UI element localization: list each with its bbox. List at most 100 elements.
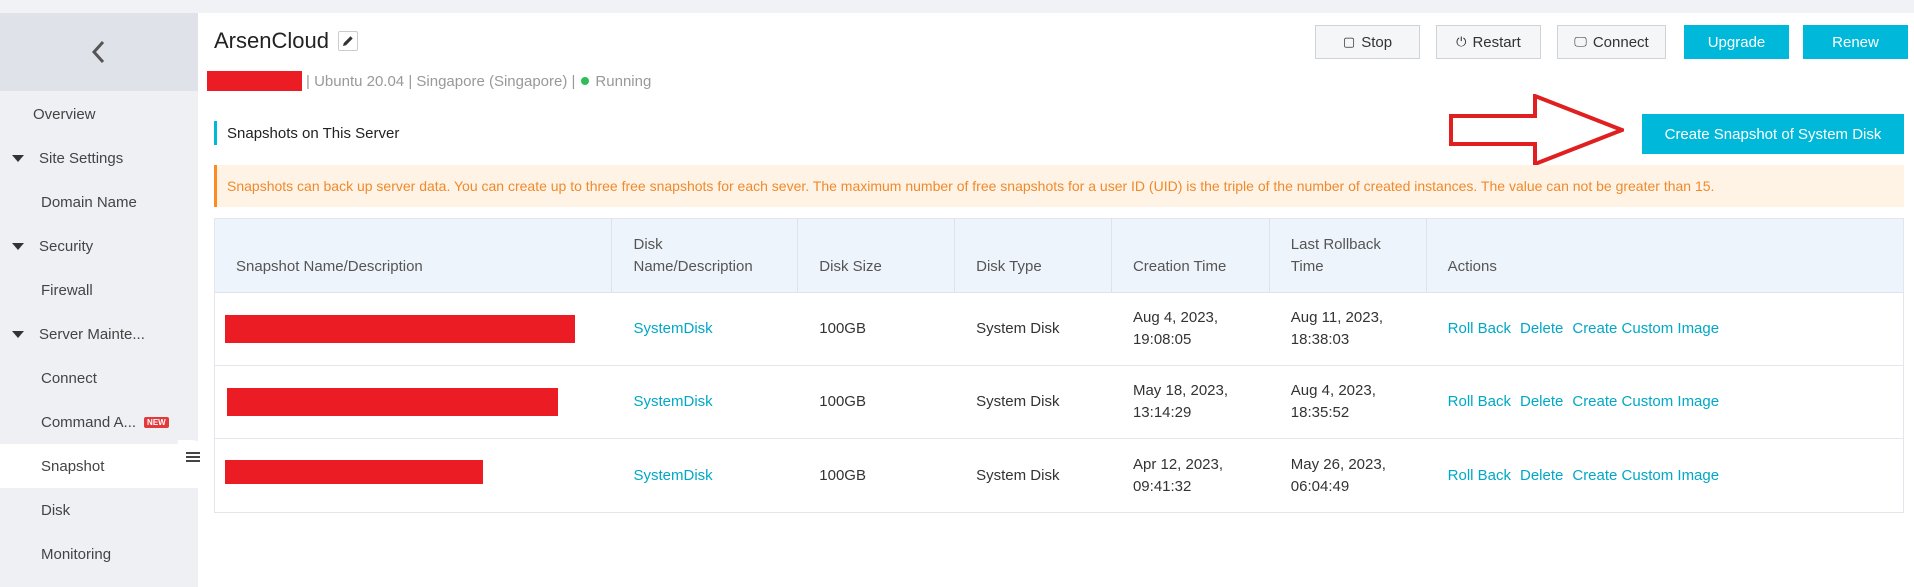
redacted-name <box>225 315 575 343</box>
rollback-time-cell: Aug 4, 2023, 18:35:52 <box>1290 382 1376 421</box>
region-label: Singapore (Singapore) <box>416 72 568 90</box>
rollback-link[interactable]: Roll Back <box>1448 391 1511 413</box>
server-name: ArsenCloud <box>214 28 329 53</box>
table-row: SystemDisk 100GB System Disk Apr 12, 202… <box>215 439 1903 512</box>
caret-down-icon <box>12 330 24 338</box>
monitor-icon: 🖵 <box>1574 34 1587 49</box>
delete-link[interactable]: Delete <box>1520 465 1563 487</box>
header-disk-name: Disk Name/Description <box>612 219 799 293</box>
disk-type-cell: System Disk <box>976 320 1060 337</box>
sidebar-item-label: Overview <box>33 105 96 123</box>
sidebar-item-label: Disk <box>41 501 71 519</box>
rollback-time-cell: Aug 11, 2023, 18:38:03 <box>1290 309 1384 348</box>
sidebar-item-overview[interactable]: Overview <box>0 92 198 136</box>
disk-name-cell: SystemDisk <box>612 366 798 438</box>
rollback-time-cell: May 26, 2023, 06:04:49 <box>1290 455 1386 495</box>
disk-size-cell: 100GB <box>819 320 866 337</box>
header-snapshot-name: Snapshot Name/Description <box>215 219 613 293</box>
redacted-name <box>227 388 558 416</box>
sidebar-item-connect[interactable]: Connect <box>0 356 198 400</box>
button-label: Renew <box>1832 33 1879 51</box>
notice-banner: Snapshots can back up server data. You c… <box>214 165 1904 207</box>
snapshot-name-cell <box>215 366 612 438</box>
create-snapshot-button[interactable]: Create Snapshot of System Disk <box>1642 114 1904 154</box>
actions-cell: Roll Back Delete Create Custom Image <box>1427 439 1903 512</box>
status-label: Running <box>595 72 652 90</box>
header-disk-size: Disk Size <box>798 219 956 293</box>
sidebar-group-label: Site Settings <box>39 149 124 167</box>
connect-button[interactable]: 🖵 Connect <box>1557 25 1666 59</box>
snapshot-name-cell <box>215 293 612 365</box>
disk-type-cell: System Disk <box>976 466 1060 484</box>
pencil-icon[interactable] <box>337 31 358 51</box>
upgrade-button[interactable]: Upgrade <box>1684 25 1789 59</box>
actions-cell: Roll Back Delete Create Custom Image <box>1427 366 1903 438</box>
create-custom-image-link[interactable]: Create Custom Image <box>1572 465 1719 487</box>
create-custom-image-link[interactable]: Create Custom Image <box>1572 318 1719 340</box>
disk-size-cell: 100GB <box>819 466 866 484</box>
sidebar-item-monitoring[interactable]: Monitoring <box>0 532 198 576</box>
sidebar-item-label: Snapshot <box>41 457 105 475</box>
top-strip <box>0 0 1914 13</box>
sidebar-group-label: Server Mainte... <box>39 325 145 343</box>
delete-link[interactable]: Delete <box>1520 318 1563 340</box>
renew-button[interactable]: Renew <box>1803 25 1908 59</box>
sidebar-group-server-maintenance[interactable]: Server Mainte... <box>0 312 198 356</box>
snapshot-name-cell <box>215 439 612 512</box>
disk-link[interactable]: SystemDisk <box>633 391 712 413</box>
header-creation-time: Creation Time <box>1112 219 1270 293</box>
sidebar-group-site-settings[interactable]: Site Settings <box>0 136 198 180</box>
creation-time-cell: May 18, 2023, 13:14:29 <box>1132 382 1229 421</box>
disk-size-cell: 100GB <box>819 393 866 410</box>
sidebar-item-disk[interactable]: Disk <box>0 488 198 532</box>
section-title: Snapshots on This Server <box>214 121 399 145</box>
sidebar-item-firewall[interactable]: Firewall <box>0 268 198 312</box>
separator: | <box>571 72 576 90</box>
status-dot <box>581 77 590 85</box>
header-disk-type: Disk Type <box>955 219 1112 293</box>
rollback-link[interactable]: Roll Back <box>1448 318 1511 340</box>
annotation-arrow <box>1449 94 1624 166</box>
creation-time-cell: Apr 12, 2023, 09:41:32 <box>1132 455 1224 495</box>
sidebar: Overview Site Settings Domain Name Secur… <box>0 13 198 587</box>
sidebar-item-label: Connect <box>41 369 97 387</box>
button-label: Connect <box>1592 33 1649 51</box>
disk-name-cell: SystemDisk <box>612 439 798 512</box>
back-button[interactable] <box>0 13 198 91</box>
disk-link[interactable]: SystemDisk <box>633 318 712 340</box>
stop-button[interactable]: ▢ Stop <box>1315 25 1420 59</box>
snapshot-table: Snapshot Name/Description Disk Name/Desc… <box>214 218 1904 513</box>
caret-down-icon <box>12 242 24 250</box>
disk-type-cell: System Disk <box>976 393 1060 410</box>
os-label: Ubuntu 20.04 <box>314 72 405 90</box>
power-icon: ⏻ <box>1456 34 1467 49</box>
button-label: Upgrade <box>1707 33 1766 51</box>
redacted-name <box>225 459 483 484</box>
restart-button[interactable]: ⏻ Restart <box>1436 25 1541 59</box>
create-custom-image-link[interactable]: Create Custom Image <box>1572 391 1719 413</box>
rollback-link[interactable]: Roll Back <box>1448 465 1511 487</box>
sidebar-item-command-assistant[interactable]: Command A... NEW <box>0 400 198 444</box>
sidebar-item-label: Monitoring <box>41 545 112 563</box>
page-title: ArsenCloud <box>214 28 358 54</box>
button-label: Restart <box>1472 33 1521 51</box>
stop-square-icon: ▢ <box>1342 34 1356 49</box>
sidebar-item-snapshot[interactable]: Snapshot <box>0 444 198 488</box>
header-actions: Actions <box>1447 258 1497 275</box>
new-badge: NEW <box>144 416 169 428</box>
caret-down-icon <box>12 154 24 162</box>
disk-name-cell: SystemDisk <box>612 293 798 365</box>
redacted-ip <box>207 71 302 91</box>
sidebar-item-label: Domain Name <box>41 193 137 211</box>
actions-cell: Roll Back Delete Create Custom Image <box>1427 293 1903 365</box>
sidebar-item-label: Firewall <box>41 281 93 299</box>
disk-link[interactable]: SystemDisk <box>633 465 712 487</box>
delete-link[interactable]: Delete <box>1520 391 1563 413</box>
header-last-rollback: Last Rollback Time <box>1270 219 1427 293</box>
server-info: | Ubuntu 20.04 | Singapore (Singapore) |… <box>207 71 651 91</box>
sidebar-item-domain-name[interactable]: Domain Name <box>0 180 198 224</box>
table-row: SystemDisk 100GB System Disk May 18, 202… <box>215 366 1903 439</box>
list-collapse-icon[interactable] <box>178 440 208 474</box>
sidebar-group-security[interactable]: Security <box>0 224 198 268</box>
sidebar-group-label: Security <box>39 237 94 255</box>
